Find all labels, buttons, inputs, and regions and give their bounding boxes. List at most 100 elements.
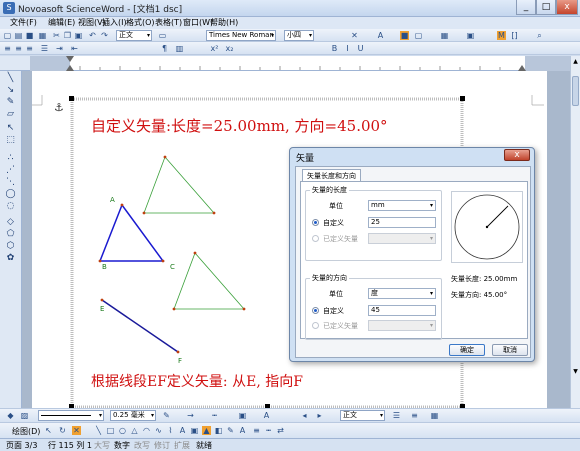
line-color-icon[interactable]: ✎ [162, 411, 171, 420]
italic-icon[interactable]: I [343, 44, 352, 53]
length-value-input[interactable]: 25 [368, 217, 436, 228]
pentagon-tool-icon[interactable]: ⬠ [5, 229, 16, 239]
scroll-up-icon[interactable]: ▲ [572, 58, 579, 66]
menu-table[interactable]: 表格(T) [155, 17, 182, 29]
outdent-icon[interactable]: ⇤ [70, 44, 79, 53]
gear-tool-icon[interactable]: ✿ [5, 253, 16, 263]
menu-format[interactable]: 格式(O) [126, 17, 155, 29]
new-icon[interactable]: ▢ [3, 31, 12, 40]
size-combo[interactable]: 小四 ▾ [284, 30, 314, 41]
segment-tool-icon[interactable]: ⋰ [5, 165, 16, 175]
grid-icon[interactable]: ▦ [440, 31, 449, 40]
underline-icon[interactable]: U [356, 44, 365, 53]
arrows-icon[interactable]: ⇄ [276, 426, 285, 435]
arrow-tool-icon[interactable]: ↘ [5, 85, 16, 95]
table-icon[interactable]: ▭ [158, 31, 167, 40]
app-icon[interactable]: S [3, 2, 15, 14]
horizontal-ruler[interactable] [30, 56, 570, 71]
lasso-tool-icon[interactable]: ⬚ [5, 135, 16, 145]
text-box-icon[interactable]: A [262, 411, 271, 420]
redo-icon[interactable]: ↷ [100, 31, 109, 40]
direction-unit-select[interactable]: 度 ▾ [368, 288, 436, 299]
shape-tool-icon[interactable]: ◇ [5, 217, 16, 227]
circle-tool-icon[interactable]: ◯ [5, 189, 16, 199]
undo-icon[interactable]: ↶ [88, 31, 97, 40]
length-defined-select[interactable]: ▾ [368, 233, 436, 244]
close-button[interactable]: x [556, 0, 578, 15]
list-icon[interactable]: ☰ [392, 411, 401, 420]
menu-edit[interactable]: 编辑(E) [48, 17, 75, 29]
formula-icon[interactable]: M [497, 31, 506, 40]
arc-tool-icon[interactable]: ◌ [5, 201, 16, 211]
bullets-icon[interactable]: ☰ [40, 44, 49, 53]
text-icon[interactable]: A [178, 426, 187, 435]
dialog-close-button[interactable]: x [504, 149, 530, 161]
zoom-icon[interactable]: ⌕ [535, 31, 544, 40]
line-width-combo[interactable]: 0.25 毫米 ▾ [110, 410, 156, 421]
subscript-icon[interactable]: x₂ [225, 44, 234, 53]
group-icon[interactable]: ✕ [72, 426, 81, 435]
arrow-style-icon[interactable]: → [186, 411, 195, 420]
select-icon[interactable]: ↖ [44, 426, 53, 435]
copy-icon[interactable]: ❐ [63, 31, 72, 40]
paste-icon[interactable]: ▣ [74, 31, 83, 40]
active-tool-icon[interactable]: ▲ [202, 426, 211, 435]
cancel-button[interactable]: 取消 [492, 344, 528, 356]
pencil-tool-icon[interactable]: ✎ [5, 97, 16, 107]
menu-insert[interactable]: 插入(I) [102, 17, 127, 29]
align-icon[interactable]: ≡ [410, 411, 419, 420]
rotate-icon[interactable]: ↻ [58, 426, 67, 435]
bold-icon[interactable]: B [330, 44, 339, 53]
maximize-button[interactable]: □ [536, 0, 556, 15]
image-insert-icon[interactable]: ▣ [190, 426, 199, 435]
point-tool-icon[interactable]: ∴ [5, 153, 16, 163]
direction-defined-radio[interactable] [312, 322, 319, 329]
align-left-icon[interactable]: ≡ [3, 44, 12, 53]
length-custom-radio[interactable] [312, 219, 319, 226]
highlight-icon[interactable]: ■ [400, 31, 409, 40]
direction-defined-select[interactable]: ▾ [368, 320, 436, 331]
paragraph-icon[interactable]: ¶ [160, 44, 169, 53]
image-icon[interactable]: ▣ [466, 31, 475, 40]
cut-icon[interactable]: ✂ [52, 31, 61, 40]
direction-custom-radio[interactable] [312, 307, 319, 314]
hexagon-tool-icon[interactable]: ⬡ [5, 241, 16, 251]
text-color-icon[interactable]: A [238, 426, 247, 435]
print-icon[interactable]: ▦ [38, 31, 47, 40]
line-style-combo[interactable]: ▾ [38, 410, 104, 421]
curve-icon[interactable]: ∿ [154, 426, 163, 435]
border-icon[interactable]: ▢ [414, 31, 423, 40]
ok-button[interactable]: 确定 [449, 344, 485, 356]
menu-help[interactable]: 帮助(H) [210, 17, 238, 29]
symbol-icon[interactable]: ✕ [350, 31, 359, 40]
scroll-down-icon[interactable]: ▼ [572, 368, 579, 376]
pen-color-icon[interactable]: ✎ [226, 426, 235, 435]
scroll-thumb[interactable] [572, 76, 579, 106]
open-icon[interactable]: ▤ [14, 31, 23, 40]
align-center-icon[interactable]: ≡ [14, 44, 23, 53]
shape-icon[interactable]: ◆ [6, 411, 15, 420]
font-color-icon[interactable]: A [376, 31, 385, 40]
align-right-icon[interactable]: ≡ [25, 44, 34, 53]
fill-color-icon[interactable]: ◧ [214, 426, 223, 435]
line-weight-icon[interactable]: ≡ [252, 426, 261, 435]
dash-icon[interactable]: ┅ [264, 426, 273, 435]
draw-menu[interactable]: 绘图(D) [12, 426, 40, 437]
triangle-green-2[interactable] [173, 252, 245, 310]
rectangle-icon[interactable]: □ [106, 426, 115, 435]
table-insert-icon[interactable]: ▦ [430, 411, 439, 420]
style-combo-2[interactable]: 正文 ▾ [340, 410, 385, 421]
length-defined-radio[interactable] [312, 235, 319, 242]
save-icon[interactable]: ■ [25, 31, 34, 40]
polygon-tool-icon[interactable]: ⋱ [5, 177, 16, 187]
line-icon[interactable]: ╲ [94, 426, 103, 435]
ellipse-icon[interactable]: ○ [118, 426, 127, 435]
segment-ef[interactable] [101, 299, 179, 353]
next-page-icon[interactable]: ▸ [315, 411, 324, 420]
columns-icon[interactable]: ▥ [175, 44, 184, 53]
font-combo[interactable]: Times New Roman ▾ [206, 30, 276, 41]
minimize-button[interactable]: _ [516, 0, 536, 15]
line-tool-icon[interactable]: ╲ [5, 73, 16, 83]
direction-value-input[interactable]: 45 [368, 305, 436, 316]
eraser-tool-icon[interactable]: ▱ [5, 109, 16, 119]
